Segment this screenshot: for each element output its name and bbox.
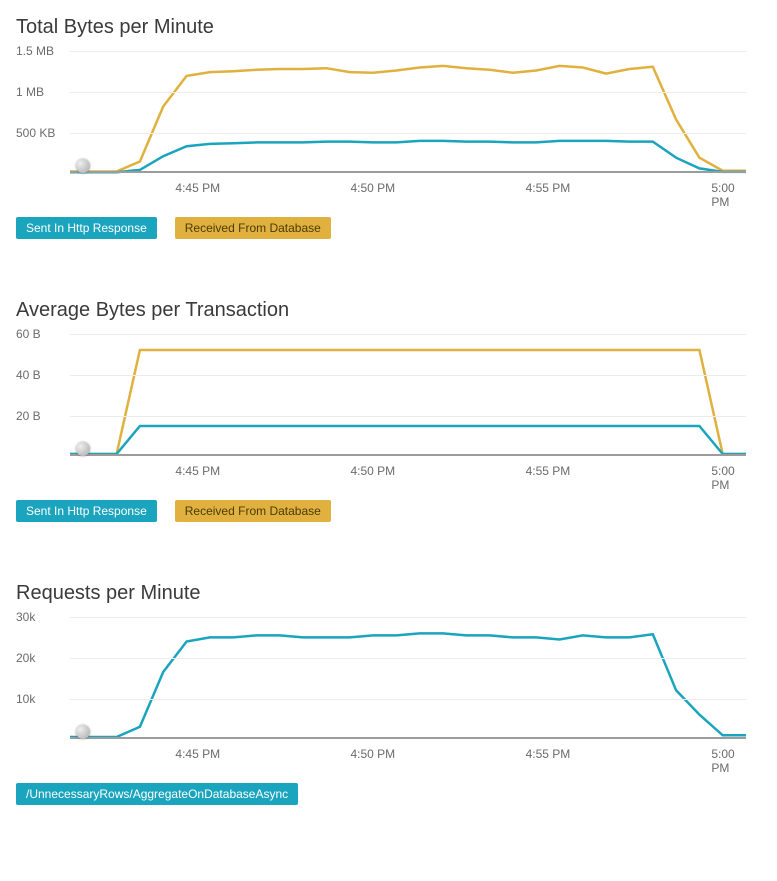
x-tick: 5:00 PM [711, 747, 734, 775]
y-tick: 500 KB [16, 126, 55, 140]
series-sent-in-http-response [70, 141, 746, 172]
status-marker-icon [76, 442, 90, 456]
y-axis: 30k 20k 10k [16, 609, 70, 739]
y-tick: 1 MB [16, 85, 44, 99]
series-requests [70, 633, 746, 737]
status-marker-icon [76, 725, 90, 739]
legend-item-sent[interactable]: Sent In Http Response [16, 217, 157, 239]
chart-total-bytes: Total Bytes per Minute 1.5 MB 1 MB 500 K… [16, 16, 761, 239]
chart-title: Average Bytes per Transaction [16, 299, 761, 322]
y-axis: 60 B 40 B 20 B [16, 326, 70, 456]
x-axis: 4:45 PM 4:50 PM 4:55 PM 5:00 PM [70, 747, 746, 767]
status-marker-icon [76, 159, 90, 173]
x-tick: 4:50 PM [350, 464, 395, 478]
y-tick: 40 B [16, 368, 41, 382]
x-tick: 5:00 PM [711, 181, 734, 209]
y-tick: 20 B [16, 409, 41, 423]
y-tick: 60 B [16, 327, 41, 341]
x-tick: 4:45 PM [175, 181, 220, 195]
chart-legend: /UnnecessaryRows/AggregateOnDatabaseAsyn… [16, 783, 761, 805]
plot-canvas [70, 326, 746, 456]
legend-item-endpoint[interactable]: /UnnecessaryRows/AggregateOnDatabaseAsyn… [16, 783, 298, 805]
legend-item-received[interactable]: Received From Database [175, 217, 331, 239]
x-tick: 4:45 PM [175, 464, 220, 478]
chart-plot-area: 30k 20k 10k 4:45 PM 4:50 PM 4:55 PM 5:00… [16, 609, 746, 769]
x-tick: 4:45 PM [175, 747, 220, 761]
y-tick: 20k [16, 651, 35, 665]
x-tick: 4:55 PM [526, 747, 571, 761]
legend-item-received[interactable]: Received From Database [175, 500, 331, 522]
x-tick: 4:55 PM [526, 181, 571, 195]
x-axis: 4:45 PM 4:50 PM 4:55 PM 5:00 PM [70, 464, 746, 484]
x-tick: 5:00 PM [711, 464, 734, 492]
plot-canvas [70, 609, 746, 739]
y-tick: 1.5 MB [16, 44, 54, 58]
y-tick: 10k [16, 692, 35, 706]
chart-title: Total Bytes per Minute [16, 16, 761, 39]
series-received-from-database [70, 350, 746, 454]
x-axis: 4:45 PM 4:50 PM 4:55 PM 5:00 PM [70, 181, 746, 201]
legend-item-sent[interactable]: Sent In Http Response [16, 500, 157, 522]
chart-avg-bytes: Average Bytes per Transaction 60 B 40 B … [16, 299, 761, 522]
chart-plot-area: 1.5 MB 1 MB 500 KB 4:45 PM 4:50 PM 4:55 … [16, 43, 746, 203]
chart-plot-area: 60 B 40 B 20 B 4:45 PM 4:50 PM 4:55 PM 5… [16, 326, 746, 486]
plot-canvas [70, 43, 746, 173]
series-received-from-database [70, 66, 746, 172]
y-tick: 30k [16, 610, 35, 624]
chart-legend: Sent In Http Response Received From Data… [16, 500, 761, 522]
x-tick: 4:50 PM [350, 747, 395, 761]
x-tick: 4:50 PM [350, 181, 395, 195]
chart-requests: Requests per Minute 30k 20k 10k 4:45 PM … [16, 582, 761, 805]
x-tick: 4:55 PM [526, 464, 571, 478]
series-sent-in-http-response [70, 426, 746, 454]
chart-title: Requests per Minute [16, 582, 761, 605]
chart-legend: Sent In Http Response Received From Data… [16, 217, 761, 239]
y-axis: 1.5 MB 1 MB 500 KB [16, 43, 70, 173]
